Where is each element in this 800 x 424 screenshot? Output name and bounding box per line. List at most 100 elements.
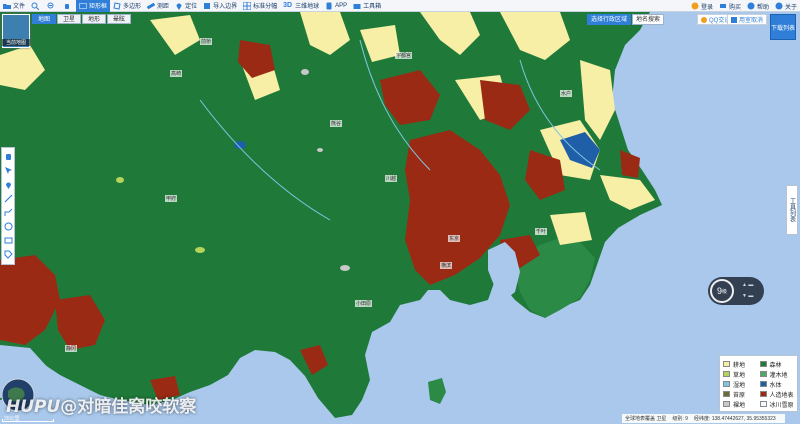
marker-tool[interactable] (2, 178, 14, 192)
legend-swatch (723, 361, 730, 367)
location-pin-icon (175, 2, 183, 10)
legend-swatch (723, 371, 730, 377)
zoom-down-arrow[interactable]: ▼ ▬ (742, 293, 760, 299)
user-icon (691, 2, 699, 10)
download-list-button[interactable]: 下载列表 (770, 14, 796, 40)
place-label: 前桥 (200, 38, 213, 45)
polygon-icon (113, 1, 121, 10)
help-icon (747, 2, 755, 10)
folder-icon (3, 2, 11, 10)
rectangle-tool[interactable] (2, 234, 14, 248)
place-label: 川越 (385, 175, 398, 182)
place-label: 熊谷 (330, 120, 343, 127)
legend-item: 苔原 (723, 389, 758, 399)
location-pin-icon (4, 180, 13, 191)
measure-button[interactable]: 测距 (144, 0, 172, 12)
tab-shaded[interactable]: 晕眩 (107, 14, 132, 24)
tab-satellite[interactable]: 卫星 (57, 14, 82, 24)
map-type-tabs: 地图 卫星 地形 晕眩 (32, 14, 132, 24)
legend-item: 人造地表 (759, 389, 795, 399)
3d-earth-button[interactable]: 3D 三维地球 (280, 0, 322, 12)
zoom-level-indicator: 9级 (710, 279, 734, 303)
zoom-out-icon (47, 2, 55, 10)
status-bar: 全球地表覆盖 卫星 级别: 9 经纬度: 138.47442627, 35.95… (622, 414, 785, 423)
toolbar-right: 登录 购买 帮助 关于 (688, 0, 800, 12)
place-label: 高崎 (170, 70, 183, 77)
place-label: 水户 (560, 90, 573, 97)
3d-icon: 3D (283, 1, 293, 9)
zoom-out-button[interactable] (44, 0, 60, 12)
bookmark-button[interactable]: 用室取消 (727, 14, 768, 25)
legend-item: 裸地 (723, 399, 758, 409)
status-level: 级别: 9 (672, 416, 688, 422)
locate-button[interactable]: 定位 (172, 0, 200, 12)
pan-button[interactable] (60, 0, 76, 12)
thumbnail-label: 当前地图 (2, 39, 30, 46)
scale-bar (2, 419, 54, 422)
chevron-down-icon: ▼ ▬ (742, 293, 754, 299)
grid-icon (242, 1, 252, 10)
legend-item: 森林 (759, 359, 795, 369)
purchase-button[interactable]: 购买 (716, 0, 744, 12)
tag-tool[interactable] (2, 248, 14, 262)
zoom-in-icon (31, 2, 40, 10)
map-app: 前桥 高崎 宇都宫 水户 熊谷 川越 东京 千叶 横滨 小田原 静冈 甲府 文件… (0, 0, 800, 424)
login-button[interactable]: 登录 (688, 0, 716, 12)
import-boundary-button[interactable]: 导入边界 (200, 0, 240, 12)
status-layer: 全球地表覆盖 卫星 (625, 416, 667, 422)
land-cover-map[interactable] (0, 0, 800, 424)
place-search-button[interactable]: 地名搜索 (632, 14, 665, 25)
tool-list-tab[interactable]: 工具列表 (786, 185, 798, 235)
legend-item: 灌木地 (759, 369, 795, 379)
app-button[interactable]: APP (322, 0, 350, 12)
legend-swatch (723, 381, 730, 387)
pan-hand-icon (63, 2, 71, 10)
polyline-icon (4, 208, 13, 219)
polyline-tool[interactable] (2, 206, 14, 220)
rectangle-select-icon (79, 2, 88, 10)
toolbox-button[interactable]: 工具箱 (350, 0, 384, 12)
help-button[interactable]: 帮助 (744, 0, 772, 12)
qq-icon (701, 16, 707, 23)
legend-item: 草地 (723, 369, 758, 379)
tab-map[interactable]: 地图 (32, 14, 57, 24)
rectangle-select-button[interactable]: 矩形框 (76, 0, 111, 12)
select-region-button[interactable]: 选择行政区域 (587, 14, 632, 25)
hand-tool[interactable] (2, 150, 14, 164)
legend-swatch (723, 401, 730, 407)
toolbox-icon (353, 2, 361, 10)
draw-tools-panel (1, 147, 15, 265)
legend-item: 耕地 (723, 359, 758, 369)
circle-icon (4, 222, 13, 233)
legend-swatch (723, 391, 730, 397)
tag-icon (4, 250, 13, 261)
legend-swatch (759, 381, 767, 387)
about-button[interactable]: 关于 (772, 0, 800, 12)
circle-tool[interactable] (2, 220, 14, 234)
line-tool[interactable] (2, 192, 14, 206)
place-label: 静冈 (65, 345, 78, 352)
legend-item: 湿地 (723, 379, 758, 389)
place-label: 东京 (448, 235, 461, 242)
ruler-icon (146, 2, 156, 10)
place-label: 千叶 (535, 228, 548, 235)
import-icon (203, 2, 211, 10)
cart-icon (719, 2, 727, 10)
legend-swatch (759, 371, 767, 377)
polygon-button[interactable]: 多边形 (110, 0, 144, 12)
land-cover-legend: 耕地 森林 草地 灌木地 湿地 水体 苔原 人造地表 裸地 冰川雪原 (719, 355, 798, 412)
legend-item: 冰川雪原 (759, 399, 795, 409)
rectangle-icon (4, 236, 13, 247)
file-menu[interactable]: 文件 (0, 0, 28, 12)
watermark: HUPU@对暗佳窝咬软察 (6, 397, 197, 417)
arrow-tool[interactable] (2, 164, 14, 178)
standard-sheet-button[interactable]: 标准分幅 (240, 0, 280, 12)
zoom-in-button[interactable] (28, 0, 44, 12)
tab-terrain[interactable]: 地形 (82, 14, 107, 24)
legend-swatch (759, 401, 767, 407)
cursor-icon (4, 166, 13, 177)
zoom-up-arrow[interactable]: ▲ ▬ (742, 282, 760, 288)
view-controls: 选择行政区域 地名搜索 (587, 14, 665, 25)
hand-icon (4, 152, 13, 163)
zoom-level-widget[interactable]: 9级 ▲ ▬ ▼ ▬ (708, 277, 764, 305)
